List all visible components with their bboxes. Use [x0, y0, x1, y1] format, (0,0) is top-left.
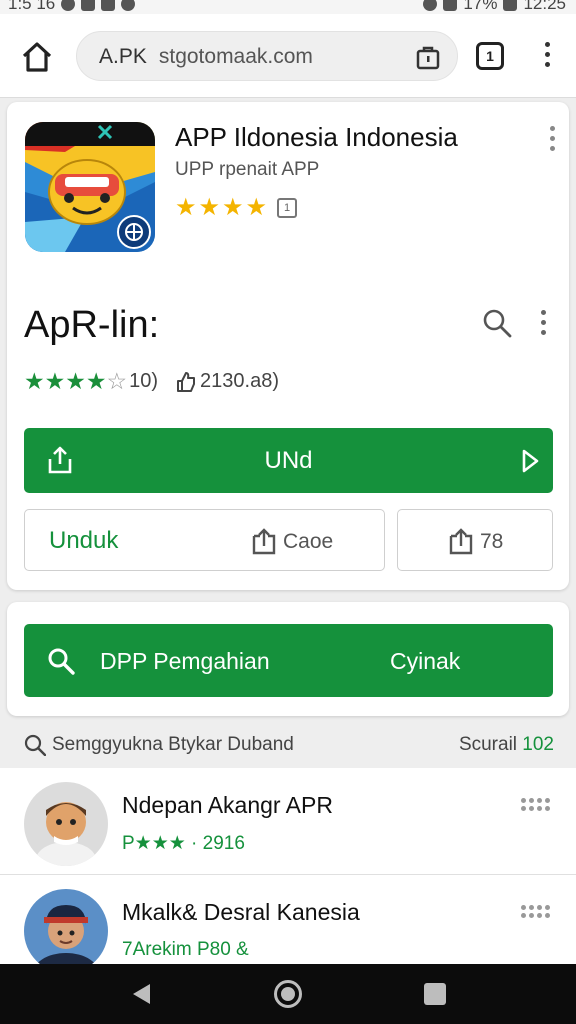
recents-icon[interactable] [424, 983, 446, 1005]
location-icon [423, 0, 438, 11]
upload-icon [252, 528, 276, 555]
section-title: ApR-lin: [24, 304, 160, 346]
filter-right-count: 102 [522, 734, 554, 755]
star-icon: ★ [65, 368, 86, 394]
notification-icon-2 [81, 0, 96, 11]
thumbs-up-icon [177, 371, 196, 392]
status-left-text: 1:5 16 [8, 0, 56, 13]
cache-label: Caoe [283, 530, 334, 553]
filter-right-label: Scurail [458, 734, 518, 755]
url-prefix: A.PK [99, 45, 147, 68]
app-list: Ndepan Akangr APR P★★★ · 2916 Mkalk& Des… [0, 768, 576, 964]
notification-icon-3 [101, 0, 116, 11]
download-button[interactable]: UNd [24, 428, 553, 493]
browser-menu-icon[interactable] [538, 42, 556, 72]
star-icon: ★ [44, 368, 66, 394]
search-icon[interactable] [481, 307, 513, 339]
notification-icon [61, 0, 76, 11]
search-button[interactable]: DPP Pemgahian Cyinak [24, 624, 553, 697]
battery-percent: 17% [463, 0, 498, 13]
url-bar[interactable]: A.PK stgotomaak.com [76, 31, 458, 81]
clock: 12:25 [523, 0, 566, 13]
download-button-label: UNd [264, 447, 313, 474]
list-item-menu-icon[interactable] [521, 905, 550, 918]
list-item-menu-icon[interactable] [521, 798, 550, 811]
list-item[interactable]: Ndepan Akangr APR P★★★ · 2916 [0, 768, 576, 878]
star-icon: ★ [245, 194, 268, 221]
tabs-button[interactable]: 1 [476, 42, 504, 70]
unduh-label: Unduk [49, 527, 119, 554]
filter-right[interactable]: Scurail 102 [459, 734, 554, 756]
url-text: A.PK stgotomaak.com [99, 45, 313, 69]
app-rating: ★ ★ ★ ★ 1 [175, 194, 298, 221]
search-button-label: DPP Pemgahian [100, 648, 270, 674]
downloads-count: 2130.a8) [200, 370, 279, 392]
lock-icon[interactable] [415, 44, 441, 70]
size-label: 78 [480, 530, 504, 553]
status-bar: 1:5 16 17% 12:25 [0, 0, 576, 14]
size-button[interactable]: 78 [397, 509, 553, 571]
star-icon: ★ [85, 368, 107, 394]
rating-count: 10) [129, 370, 159, 392]
badge-icon: 1 [277, 198, 298, 218]
back-icon[interactable] [130, 982, 152, 1006]
star-icon: ★ [24, 368, 45, 394]
list-item-subtitle: P★★★ · 2916 [122, 833, 245, 854]
search-card: DPP Pemgahian Cyinak [7, 602, 569, 716]
app-title: APP Ildonesia Indonesia [175, 122, 458, 152]
system-nav-bar [0, 964, 576, 1024]
search-button-right-label: Cyinak [390, 648, 461, 674]
home-nav-icon[interactable] [274, 980, 302, 1008]
home-icon[interactable] [20, 40, 54, 74]
url-host: stgotomaak.com [158, 45, 313, 68]
filter-row[interactable]: Semggyukna Btykar Duband Scurail 102 [0, 726, 576, 766]
app-icon[interactable] [25, 122, 155, 252]
app-card: APP Ildonesia Indonesia UPP rpenait APP … [7, 102, 569, 590]
avatar [24, 782, 108, 866]
battery-icon [503, 0, 518, 11]
list-item-title: Ndepan Akangr APR [122, 792, 333, 818]
star-icon: ★ [222, 194, 244, 221]
star-icon: ★ [198, 194, 221, 221]
avatar [24, 889, 108, 964]
star-icon: ★ [175, 194, 197, 221]
cache-group: Caoe [251, 528, 333, 556]
status-left: 1:5 16 [8, 0, 136, 14]
tabs-count: 1 [486, 48, 494, 64]
play-icon [522, 449, 539, 473]
star-empty-icon: ☆ [106, 368, 128, 394]
filter-text: Semggyukna Btykar Duband [52, 734, 294, 755]
unduh-button[interactable]: Unduk Caoe [24, 509, 385, 571]
search-icon [48, 648, 75, 675]
card-menu-icon[interactable] [550, 126, 555, 151]
size-group: 78 [448, 528, 503, 556]
search-icon [24, 734, 46, 756]
browser-toolbar: A.PK stgotomaak.com 1 [0, 14, 576, 98]
app-subtitle: UPP rpenait APP [175, 159, 320, 180]
list-item-subtitle: 7Arekim P80 & [122, 939, 249, 960]
list-item-title: Mkalk& Desral Kanesia [122, 899, 360, 925]
list-item[interactable]: Mkalk& Desral Kanesia 7Arekim P80 & [0, 874, 576, 964]
wifi-icon [443, 0, 458, 11]
upload-icon [449, 528, 473, 555]
notification-icon-4 [121, 0, 136, 11]
rating-row: ★ ★ ★ ★ ☆ 10) 2130.a8) [24, 370, 279, 393]
status-right: 17% 12:25 [423, 0, 566, 14]
section-menu-icon[interactable] [541, 310, 546, 335]
